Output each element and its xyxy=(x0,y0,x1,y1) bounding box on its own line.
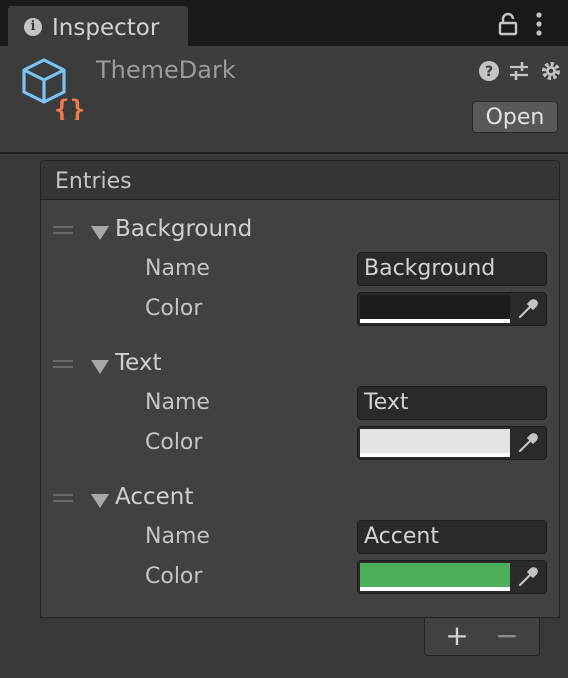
foldout-icon[interactable] xyxy=(91,226,109,240)
kebab-menu-icon[interactable] xyxy=(534,12,544,36)
drag-handle-icon[interactable] xyxy=(53,226,73,234)
foldout-icon[interactable] xyxy=(91,360,109,374)
tab-title: Inspector xyxy=(52,15,160,41)
eyedropper-icon[interactable] xyxy=(516,431,540,455)
color-label: Color xyxy=(145,296,203,321)
svg-text:{}: {} xyxy=(54,95,85,120)
entries-label: Entries xyxy=(55,169,132,194)
color-label: Color xyxy=(145,430,203,455)
tab-inspector[interactable]: i Inspector xyxy=(8,6,188,46)
asset-header: {} ThemeDark ? Open xyxy=(0,46,568,154)
info-icon: i xyxy=(24,18,42,36)
color-field[interactable] xyxy=(357,292,547,326)
name-field[interactable]: Text xyxy=(357,386,547,420)
alpha-bar xyxy=(360,587,510,591)
script-asset-icon: {} xyxy=(22,58,85,120)
help-icon[interactable]: ? xyxy=(478,60,500,82)
alpha-bar xyxy=(360,319,510,323)
name-field[interactable]: Background xyxy=(357,252,547,286)
gear-icon[interactable] xyxy=(540,60,562,82)
tab-bar: i Inspector xyxy=(0,0,568,46)
list-item: Background Name Background Color xyxy=(41,208,561,328)
alpha-bar xyxy=(360,453,510,457)
eyedropper-icon[interactable] xyxy=(516,565,540,589)
list-footer: + − xyxy=(424,618,540,656)
color-field[interactable] xyxy=(357,560,547,594)
foldout-icon[interactable] xyxy=(91,494,109,508)
entries-list-header[interactable]: Entries xyxy=(40,160,560,200)
name-label: Name xyxy=(145,524,210,549)
entry-title[interactable]: Accent xyxy=(115,484,193,510)
color-swatch[interactable] xyxy=(360,563,510,587)
list-item: Text Name Text Color xyxy=(41,342,561,462)
svg-text:?: ? xyxy=(485,64,493,80)
drag-handle-icon[interactable] xyxy=(53,360,73,368)
sliders-icon[interactable] xyxy=(508,60,530,82)
inspector-content: Entries Background Name Background Color… xyxy=(0,154,568,678)
asset-name: ThemeDark xyxy=(96,56,236,84)
lock-icon[interactable] xyxy=(498,12,518,36)
entry-title[interactable]: Text xyxy=(115,350,162,376)
entry-title[interactable]: Background xyxy=(115,216,252,242)
eyedropper-icon[interactable] xyxy=(516,297,540,321)
name-field[interactable]: Accent xyxy=(357,520,547,554)
color-label: Color xyxy=(145,564,203,589)
name-label: Name xyxy=(145,256,210,281)
color-swatch[interactable] xyxy=(360,429,510,453)
color-swatch[interactable] xyxy=(360,295,510,319)
remove-entry-button[interactable]: − xyxy=(491,620,523,652)
add-entry-button[interactable]: + xyxy=(441,620,473,652)
list-item: Accent Name Accent Color xyxy=(41,476,561,596)
drag-handle-icon[interactable] xyxy=(53,494,73,502)
name-label: Name xyxy=(145,390,210,415)
open-button[interactable]: Open xyxy=(472,101,558,133)
color-field[interactable] xyxy=(357,426,547,460)
entries-list: Background Name Background Color Text Na… xyxy=(40,200,560,618)
